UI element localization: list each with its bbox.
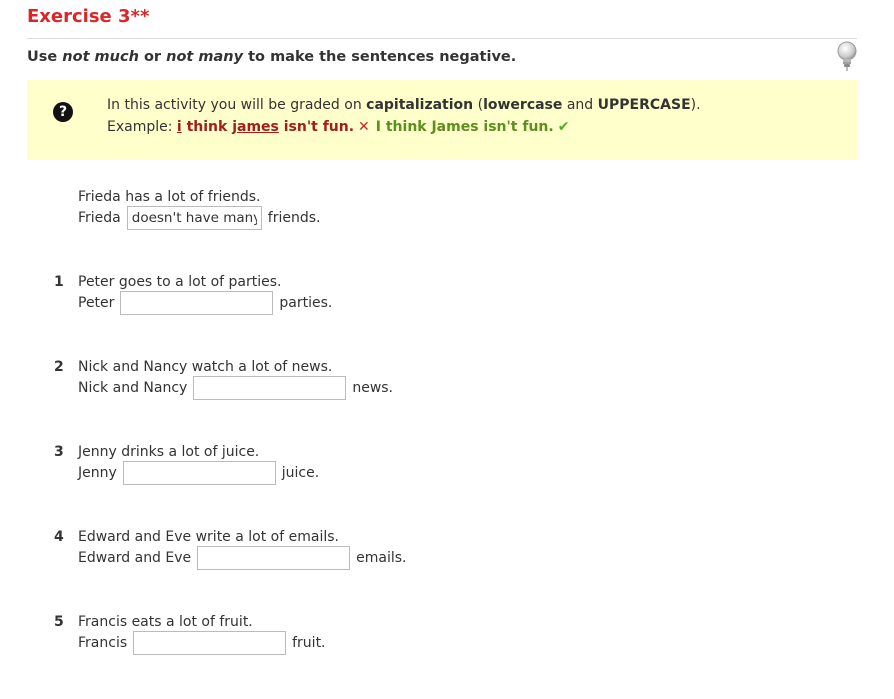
answer-before: Francis: [78, 635, 128, 651]
question-prompt: Edward and Eve write a lot of emails.: [78, 529, 339, 545]
question-prompt: Francis eats a lot of fruit.: [78, 614, 253, 630]
example-after: friends.: [267, 210, 321, 226]
question-item-4: 4 Edward and Eve write a lot of emails. …: [0, 529, 894, 589]
question-item-5: 5 Francis eats a lot of fruit. Francis f…: [0, 614, 894, 674]
question-number: 4: [54, 529, 64, 545]
question-prompt: Jenny drinks a lot of juice.: [78, 444, 260, 460]
title-divider: [27, 38, 857, 39]
answer-input-2[interactable]: [193, 376, 347, 400]
question-item-2: 2 Nick and Nancy watch a lot of news. Ni…: [0, 359, 894, 419]
instructions: Use not much or not many to make the sen…: [27, 49, 517, 65]
question-number: 1: [54, 274, 64, 290]
question-item-1: 1 Peter goes to a lot of parties. Peter …: [0, 274, 894, 334]
answer-before: Nick and Nancy: [78, 380, 188, 396]
question-item-3: 3 Jenny drinks a lot of juice. Jenny jui…: [0, 444, 894, 504]
question-number: 3: [54, 444, 64, 460]
answer-before: Edward and Eve: [78, 550, 192, 566]
checkmark-icon: ✔: [557, 119, 570, 135]
example-item: Frieda has a lot of friends. Frieda frie…: [0, 189, 894, 249]
answer-after: emails.: [356, 550, 407, 566]
grading-notice: ? In this activity you will be graded on…: [27, 80, 857, 160]
example-answer-input: [126, 206, 262, 230]
question-number: 2: [54, 359, 64, 375]
wrong-example: i think james isn't fun.: [176, 119, 355, 135]
answer-input-3[interactable]: [122, 461, 276, 485]
answer-input-5[interactable]: [133, 631, 287, 655]
answer-after: juice.: [281, 465, 320, 481]
question-prompt: Peter goes to a lot of parties.: [78, 274, 282, 290]
answer-before: Peter: [78, 295, 115, 311]
lightbulb-icon[interactable]: [836, 41, 858, 71]
example-before: Frieda: [78, 210, 121, 226]
example-answer-line: Frieda friends.: [78, 205, 320, 231]
example-prompt: Frieda has a lot of friends.: [78, 189, 261, 205]
notice-example: Example: i think james isn't fun. ✕ I thin…: [107, 119, 570, 135]
question-number: 5: [54, 614, 64, 630]
question-prompt: Nick and Nancy watch a lot of news.: [78, 359, 333, 375]
answer-input-4[interactable]: [197, 546, 351, 570]
question-circle-icon: ?: [53, 102, 73, 122]
notice-capitalization: In this activity you will be graded on c…: [107, 97, 701, 113]
answer-after: parties.: [279, 295, 333, 311]
answer-after: fruit.: [292, 635, 326, 651]
correct-example: I think James isn't fun.: [375, 119, 554, 135]
answer-before: Jenny: [78, 465, 117, 481]
answer-after: news.: [352, 380, 394, 396]
exercise-title: Exercise 3**: [27, 6, 150, 27]
answer-input-1[interactable]: [120, 291, 274, 315]
cross-icon: ✕: [358, 119, 370, 135]
